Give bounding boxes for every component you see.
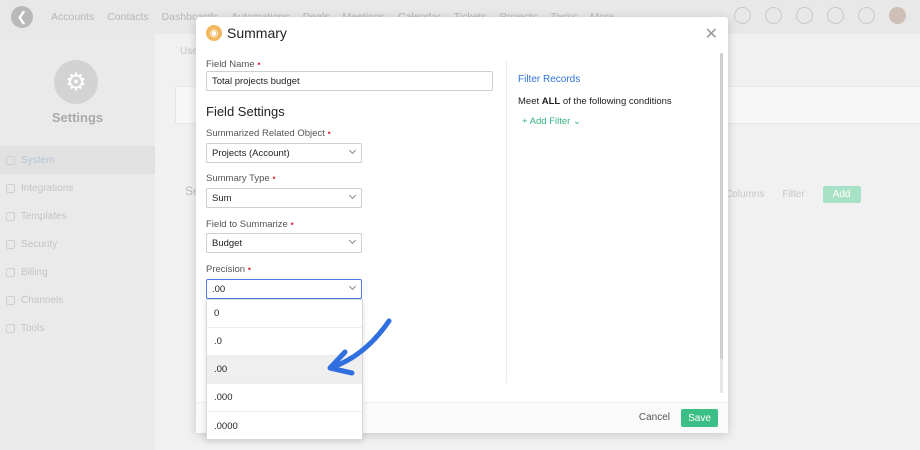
related-object-select[interactable]: Projects (Account) (206, 143, 362, 163)
close-icon[interactable]: ✕ (705, 24, 718, 44)
add-filter-button[interactable]: + Add Filter ⌄ (522, 116, 581, 127)
field-name-value: Total projects budget (212, 75, 300, 87)
card-icon (6, 267, 15, 277)
add-filter-label: + Add Filter (522, 116, 571, 127)
save-button[interactable]: Save (681, 409, 718, 427)
field-to-summarize-label: Field to Summarize • (206, 219, 294, 230)
related-object-value: Projects (Account) (212, 147, 290, 159)
field-name-label-text: Field Name (206, 59, 255, 70)
precision-option-0[interactable]: 0 (207, 300, 362, 328)
sidebar-item-integrations[interactable]: Integrations (0, 174, 155, 202)
settings-title: Settings (51, 110, 104, 125)
required-marker: • (257, 59, 261, 70)
settings-sidebar: ⚙ Settings System Integrations Templates… (0, 34, 155, 450)
related-object-label-text: Summarized Related Object (206, 128, 325, 139)
chevron-down-icon (348, 146, 357, 155)
clock-icon[interactable] (827, 7, 844, 24)
filter-records-title: Filter Records (518, 74, 581, 85)
filter-condition-text: Meet ALL of the following conditions (518, 96, 672, 107)
template-icon (6, 211, 15, 221)
chevron-down-icon (348, 191, 357, 200)
required-marker: • (290, 219, 294, 230)
avatar[interactable] (889, 7, 906, 24)
precision-select[interactable]: .00 (206, 279, 362, 299)
related-object-label: Summarized Related Object • (206, 128, 331, 139)
bell-icon[interactable] (796, 7, 813, 24)
nav-item-contacts[interactable]: Contacts (107, 11, 148, 23)
required-marker: • (272, 173, 276, 184)
chevron-down-icon (348, 282, 357, 291)
precision-value: .00 (212, 283, 226, 295)
field-settings-title: Field Settings (206, 104, 285, 119)
tools-icon (6, 323, 15, 333)
required-marker: • (247, 264, 252, 275)
share-icon (6, 183, 15, 193)
back-arrow-circle-icon[interactable]: ❮ (11, 6, 33, 28)
summary-type-label-text: Summary Type (206, 173, 270, 184)
precision-option-2[interactable]: .00 (207, 356, 362, 384)
precision-option-3[interactable]: .000 (207, 384, 362, 412)
sidebar-item-label: Security (21, 238, 58, 250)
help-icon[interactable] (765, 7, 782, 24)
sidebar-item-templates[interactable]: Templates (0, 202, 155, 230)
sidebar-item-security[interactable]: Security (0, 230, 155, 258)
background-toolbar: Columns Filter Add (725, 186, 861, 203)
precision-option-4[interactable]: .0000 (207, 412, 362, 440)
field-name-label: Field Name • (206, 59, 261, 70)
columns-button[interactable]: Columns (725, 189, 764, 200)
shield-icon (6, 239, 15, 249)
settings-icon[interactable] (858, 7, 875, 24)
precision-dropdown: 0 .0 .00 .000 .0000 (206, 299, 363, 440)
field-to-summarize-label-text: Field to Summarize (206, 219, 288, 230)
cancel-button[interactable]: Cancel (639, 412, 670, 423)
summary-icon: ◉ (206, 25, 222, 41)
required-marker: • (327, 128, 331, 139)
condition-prefix: Meet (518, 96, 540, 107)
field-to-summarize-select[interactable]: Budget (206, 233, 362, 253)
modal-title: Summary (227, 25, 287, 41)
sidebar-item-label: System (21, 154, 55, 166)
sidebar-menu: System Integrations Templates Security B… (0, 146, 155, 342)
precision-label-text: Precision (206, 264, 246, 275)
scrollbar-thumb[interactable] (720, 53, 723, 359)
condition-all: ALL (541, 96, 561, 107)
column-divider (506, 61, 507, 383)
summary-type-label: Summary Type • (206, 173, 276, 184)
sidebar-item-label: Channels (21, 294, 64, 306)
sidebar-item-label: Billing (21, 266, 48, 278)
nav-item-accounts[interactable]: Accounts (51, 11, 94, 23)
sidebar-item-system[interactable]: System (0, 146, 155, 174)
search-icon[interactable] (734, 7, 751, 24)
sidebar-item-label: Templates (21, 210, 67, 222)
summary-type-value: Sum (212, 192, 232, 204)
sidebar-item-label: Tools (21, 322, 45, 334)
chevron-down-icon (348, 236, 357, 245)
summary-type-select[interactable]: Sum (206, 188, 362, 208)
sidebar-item-billing[interactable]: Billing (0, 258, 155, 286)
sidebar-item-label: Integrations (21, 182, 74, 194)
filter-button[interactable]: Filter (782, 189, 804, 200)
precision-option-1[interactable]: .0 (207, 328, 362, 356)
chevron-down-icon: ⌄ (572, 116, 581, 127)
sidebar-item-tools[interactable]: Tools (0, 314, 155, 342)
sidebar-item-channels[interactable]: Channels (0, 286, 155, 314)
precision-label: Precision • (206, 264, 251, 275)
gear-icon: ⚙ (54, 60, 98, 104)
top-icons-group (734, 7, 906, 24)
add-button[interactable]: Add (822, 186, 861, 203)
field-name-input[interactable]: Total projects budget (206, 71, 493, 91)
system-icon (6, 155, 15, 165)
modal-header: ◉ Summary ✕ (196, 17, 728, 49)
condition-suffix: of the following conditions (562, 96, 672, 107)
field-to-summarize-value: Budget (212, 237, 243, 249)
channel-icon (6, 295, 15, 305)
